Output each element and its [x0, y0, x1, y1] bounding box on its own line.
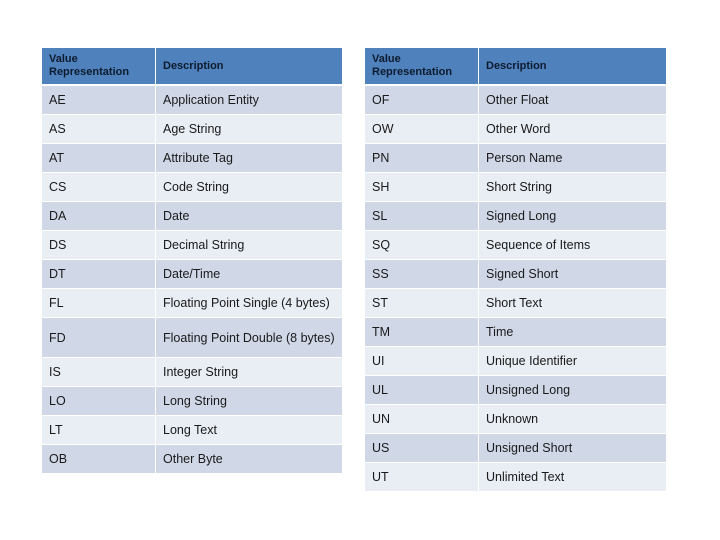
vr-code: AE	[42, 86, 155, 114]
vr-description: Unsigned Short	[479, 434, 666, 462]
table-row: UN Unknown	[365, 405, 666, 433]
vr-code: SS	[365, 260, 478, 288]
vr-code: UT	[365, 463, 478, 491]
vr-code: UL	[365, 376, 478, 404]
vr-code: UI	[365, 347, 478, 375]
header-description: Description	[156, 48, 342, 84]
vr-code: SL	[365, 202, 478, 230]
table-row: US Unsigned Short	[365, 434, 666, 462]
vr-description: Signed Long	[479, 202, 666, 230]
table-row: DT Date/Time	[42, 260, 342, 288]
vr-description: Other Float	[479, 86, 666, 114]
vr-code: UN	[365, 405, 478, 433]
vr-code: FD	[42, 318, 155, 357]
table-row: FD Floating Point Double (8 bytes)	[42, 318, 342, 357]
vr-code: SH	[365, 173, 478, 201]
vr-description: Signed Short	[479, 260, 666, 288]
vr-description: Unique Identifier	[479, 347, 666, 375]
table-row: OW Other Word	[365, 115, 666, 143]
table-row: LT Long Text	[42, 416, 342, 444]
vr-code: OB	[42, 445, 155, 473]
vr-description: Date	[156, 202, 342, 230]
vr-code: DT	[42, 260, 155, 288]
header-description: Description	[479, 48, 666, 84]
table-row: TM Time	[365, 318, 666, 346]
vr-description: Long String	[156, 387, 342, 415]
vr-description: Floating Point Double (8 bytes)	[156, 318, 342, 357]
vr-description: Date/Time	[156, 260, 342, 288]
table-row: UI Unique Identifier	[365, 347, 666, 375]
vr-description: Long Text	[156, 416, 342, 444]
table-row: SL Signed Long	[365, 202, 666, 230]
vr-description: Unknown	[479, 405, 666, 433]
table-row: AT Attribute Tag	[42, 144, 342, 172]
table-row: PN Person Name	[365, 144, 666, 172]
table-row: UT Unlimited Text	[365, 463, 666, 491]
table-row: SQ Sequence of Items	[365, 231, 666, 259]
vr-code: AT	[42, 144, 155, 172]
table-header-row: Value Representation Description	[42, 48, 342, 84]
vr-description: Attribute Tag	[156, 144, 342, 172]
table-row: CS Code String	[42, 173, 342, 201]
vr-description: Floating Point Single (4 bytes)	[156, 289, 342, 317]
vr-description: Short String	[479, 173, 666, 201]
table-row: IS Integer String	[42, 358, 342, 386]
table-row: AS Age String	[42, 115, 342, 143]
vr-description: Age String	[156, 115, 342, 143]
table-body: AE Application Entity AS Age String AT Attrib…	[42, 86, 342, 473]
vr-code: SQ	[365, 231, 478, 259]
header-value-representation: Value Representation	[365, 48, 478, 84]
table-row: AE Application Entity	[42, 86, 342, 114]
vr-table-left: Value Representation Description AE Appli…	[42, 48, 342, 474]
table-row: SS Signed Short	[365, 260, 666, 288]
table-row: ST Short Text	[365, 289, 666, 317]
vr-code: IS	[42, 358, 155, 386]
vr-table-right: Value Representation Description OF Other…	[365, 48, 666, 492]
vr-description: Short Text	[479, 289, 666, 317]
table-row: SH Short String	[365, 173, 666, 201]
vr-code: TM	[365, 318, 478, 346]
vr-description: Application Entity	[156, 86, 342, 114]
vr-code: OF	[365, 86, 478, 114]
vr-description: Decimal String	[156, 231, 342, 259]
vr-code: LT	[42, 416, 155, 444]
vr-code: ST	[365, 289, 478, 317]
vr-description: Time	[479, 318, 666, 346]
vr-code: OW	[365, 115, 478, 143]
vr-description: Unsigned Long	[479, 376, 666, 404]
table-header-row: Value Representation Description	[365, 48, 666, 84]
table-row: OF Other Float	[365, 86, 666, 114]
table-body: OF Other Float OW Other Word PN Person Name SH…	[365, 86, 666, 491]
vr-description: Other Byte	[156, 445, 342, 473]
vr-description: Code String	[156, 173, 342, 201]
vr-code: AS	[42, 115, 155, 143]
vr-code: FL	[42, 289, 155, 317]
vr-code: LO	[42, 387, 155, 415]
vr-description: Unlimited Text	[479, 463, 666, 491]
table-row: DS Decimal String	[42, 231, 342, 259]
table-row: UL Unsigned Long	[365, 376, 666, 404]
vr-description: Other Word	[479, 115, 666, 143]
vr-description: Sequence of Items	[479, 231, 666, 259]
table-row: LO Long String	[42, 387, 342, 415]
table-row: DA Date	[42, 202, 342, 230]
vr-code: DS	[42, 231, 155, 259]
vr-code: US	[365, 434, 478, 462]
table-row: OB Other Byte	[42, 445, 342, 473]
table-row: FL Floating Point Single (4 bytes)	[42, 289, 342, 317]
vr-code: DA	[42, 202, 155, 230]
vr-description: Person Name	[479, 144, 666, 172]
vr-description: Integer String	[156, 358, 342, 386]
vr-code: CS	[42, 173, 155, 201]
header-value-representation: Value Representation	[42, 48, 155, 84]
vr-code: PN	[365, 144, 478, 172]
